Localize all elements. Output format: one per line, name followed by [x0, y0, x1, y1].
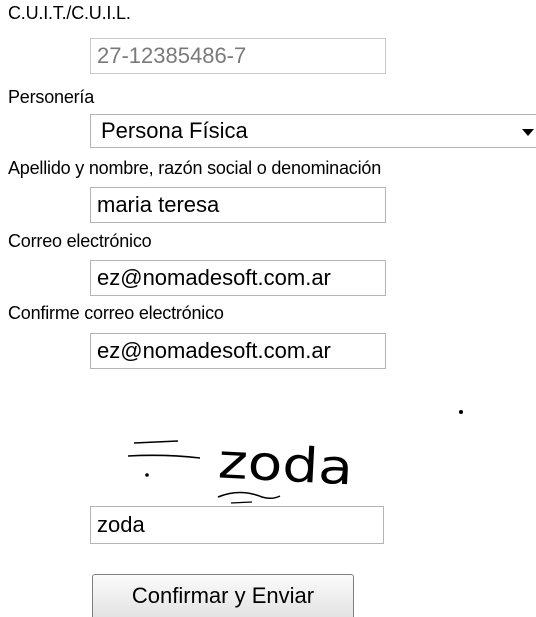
personeria-selected-value: Persona Física	[101, 118, 248, 143]
confirm-send-button[interactable]: Confirmar y Enviar	[92, 574, 354, 617]
captcha-image: zoda	[127, 433, 355, 504]
confirmar-correo-label: Confirme correo electrónico	[8, 303, 224, 323]
nombre-field[interactable]: maria teresa	[90, 187, 386, 223]
cuit-field[interactable]: 27-12385486-7	[90, 38, 386, 74]
personeria-label: Personería	[8, 87, 95, 107]
captcha-input[interactable]: zoda	[90, 506, 384, 544]
personeria-select[interactable]: Persona Física	[90, 114, 536, 148]
correo-label: Correo electrónico	[8, 231, 152, 251]
confirmar-correo-field[interactable]: ez@nomadesoft.com.ar	[90, 333, 386, 369]
nombre-label: Apellido y nombre, razón social o denomi…	[8, 158, 382, 178]
cuit-label: C.U.I.T./C.U.I.L.	[8, 3, 131, 23]
captcha-text: zoda	[217, 433, 355, 496]
chevron-down-icon[interactable]	[522, 129, 534, 136]
correo-field[interactable]: ez@nomadesoft.com.ar	[90, 260, 386, 296]
stray-dot	[459, 410, 463, 414]
registration-form: C.U.I.T./C.U.I.L. 27-12385486-7 Personer…	[0, 0, 536, 617]
